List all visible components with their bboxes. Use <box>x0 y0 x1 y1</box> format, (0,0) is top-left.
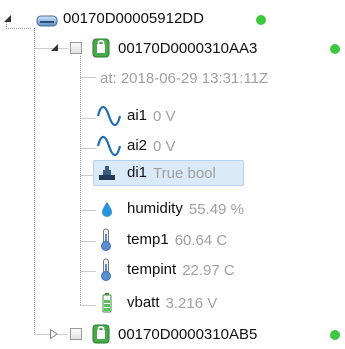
device-tree: 00170D00005912DD 00170D0000310AA3 at: 20… <box>0 0 345 346</box>
expander-expanded-icon[interactable] <box>3 14 13 24</box>
device2-checkbox[interactable] <box>70 328 82 340</box>
device2-node[interactable]: 00170D0000310AB5 <box>118 321 257 349</box>
water-drop-icon <box>102 202 112 217</box>
channel-name[interactable]: di1 <box>127 164 147 182</box>
device1-checkbox[interactable] <box>70 42 82 54</box>
channel-name[interactable]: temp1 <box>127 231 169 249</box>
channel-name[interactable]: tempint <box>127 261 176 279</box>
expander-expanded-icon[interactable] <box>50 43 60 53</box>
channel-row-vbatt[interactable]: vbatt 3.216 V <box>127 289 217 317</box>
thermometer-icon <box>101 258 111 281</box>
device-icon <box>92 38 110 58</box>
gateway-icon <box>36 15 58 27</box>
channel-name[interactable]: ai1 <box>127 107 147 125</box>
channel-value: 22.97 C <box>182 261 235 279</box>
channel-row-humidity[interactable]: humidity 55.49 % <box>127 195 244 223</box>
gateway-label[interactable]: 00170D00005912DD <box>63 10 204 28</box>
channel-value: 3.216 V <box>165 294 218 312</box>
channel-value: 0 V <box>153 107 176 125</box>
device1-status-indicator <box>330 44 340 54</box>
channel-name[interactable]: ai2 <box>127 137 147 155</box>
gateway-node[interactable]: 00170D00005912DD <box>63 5 204 33</box>
device2-status-indicator <box>330 330 340 340</box>
channel-value: 55.49 % <box>188 200 244 218</box>
channel-value: 60.64 C <box>174 231 228 249</box>
device-icon <box>92 324 110 344</box>
channel-row-ai1[interactable]: ai1 0 V <box>127 102 176 130</box>
battery-icon <box>102 293 112 313</box>
device1-timestamp-row: at: 2018-06-29 13:31:11Z <box>100 64 268 92</box>
analog-wave-icon <box>97 135 121 157</box>
device1-label[interactable]: 00170D0000310AA3 <box>118 40 257 58</box>
channel-name[interactable]: vbatt <box>127 294 160 312</box>
channel-row-di1[interactable]: di1 True bool <box>127 159 216 187</box>
channel-row-ai2[interactable]: ai2 0 V <box>127 132 176 160</box>
device2-label[interactable]: 00170D0000310AB5 <box>118 326 257 344</box>
gateway-status-indicator <box>256 15 266 25</box>
channel-value: 0 V <box>153 137 176 155</box>
digital-input-icon <box>99 166 115 180</box>
device1-timestamp: at: 2018-06-29 13:31:11Z <box>100 69 269 87</box>
channel-name[interactable]: humidity <box>127 200 183 218</box>
analog-wave-icon <box>97 105 121 127</box>
expander-collapsed-icon[interactable] <box>49 328 59 340</box>
channel-value: True bool <box>153 164 216 182</box>
channel-row-tempint[interactable]: tempint 22.97 C <box>127 256 235 284</box>
thermometer-icon <box>101 228 111 251</box>
channel-row-temp1[interactable]: temp1 60.64 C <box>127 226 227 254</box>
device1-node[interactable]: 00170D0000310AA3 <box>118 35 257 63</box>
